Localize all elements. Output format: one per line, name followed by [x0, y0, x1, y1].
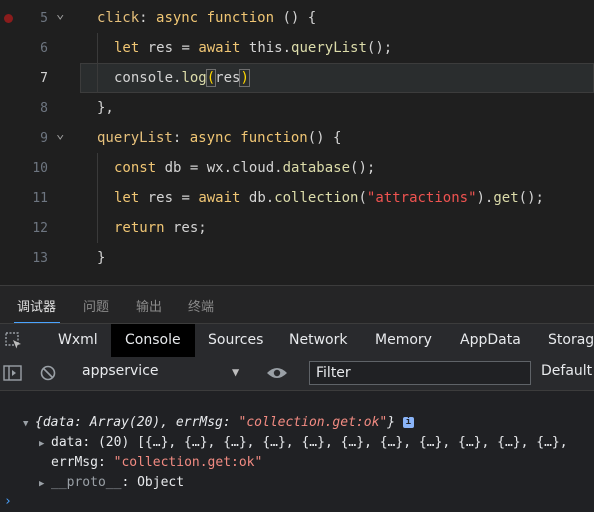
code-text: console.log(res) [114, 69, 250, 87]
panel-tab-sources[interactable]: Sources [194, 324, 277, 357]
expand-triangle-icon[interactable]: ▼ [23, 419, 28, 429]
line-number: 9 [40, 131, 48, 146]
code-text: let res = await db.collection("attractio… [114, 190, 544, 206]
line-gutter: 12 [0, 213, 62, 243]
code-line[interactable]: 6 let res = await this.queryList(); [0, 33, 594, 63]
tab-terminal[interactable]: 终端 [188, 296, 214, 315]
panel-tab-wxml[interactable]: Wxml [44, 324, 112, 357]
code-text: } [97, 250, 106, 266]
chevron-down-icon[interactable]: ▼ [232, 365, 239, 379]
panel-tab-storage[interactable]: Storage [534, 324, 594, 357]
code-line[interactable]: 9 ⌄ queryList: async function() { [0, 123, 594, 153]
code-line[interactable]: 8 }, [0, 93, 594, 123]
code-editor[interactable]: 5 ⌄ click: async function () { 6 let res… [0, 0, 594, 285]
code-line[interactable]: 12 return res; [0, 213, 594, 243]
eye-icon[interactable] [266, 365, 288, 385]
line-number: 6 [40, 41, 48, 56]
breakpoint-marker[interactable] [4, 14, 13, 23]
log-levels-dropdown[interactable]: Default [541, 363, 592, 379]
log-object-summary[interactable]: {data: Array(20), errMsg: "collection.ge… [35, 415, 414, 430]
console-toolbar: appservice ▼ Default [0, 357, 594, 391]
code-line-current[interactable]: 7 console.log(res) [0, 63, 594, 93]
code-line[interactable]: 10 const db = wx.cloud.database(); [0, 153, 594, 183]
fold-chevron-icon[interactable]: ⌄ [56, 6, 64, 22]
expand-triangle-icon[interactable]: ▶ [39, 479, 44, 489]
line-number: 7 [40, 71, 48, 86]
line-gutter: 7 [0, 63, 62, 93]
code-line[interactable]: 11 let res = await db.collection("attrac… [0, 183, 594, 213]
code-text: return res; [114, 220, 207, 236]
filter-input[interactable] [310, 362, 530, 384]
devtools-tab-bar: 调试器 问题 输出 终端 [0, 285, 594, 324]
code-text: click: async function () { [97, 10, 317, 26]
panel-tab-appdata[interactable]: AppData [446, 324, 535, 357]
fold-chevron-icon[interactable]: ⌄ [56, 126, 64, 142]
context-selector[interactable]: appservice [82, 363, 159, 379]
line-number: 8 [40, 101, 48, 116]
line-gutter: 11 [0, 183, 62, 213]
code-text: let res = await this.queryList(); [114, 40, 393, 56]
code-line[interactable]: 5 ⌄ click: async function () { [0, 3, 594, 33]
errmsg-property: errMsg: "collection.get:ok" [51, 455, 263, 470]
expand-triangle-icon[interactable]: ▶ [39, 439, 44, 449]
data-property[interactable]: data: (20) [{…}, {…}, {…}, {…}, {…}, {…}… [51, 435, 568, 450]
code-text: }, [97, 100, 114, 116]
line-number: 13 [32, 251, 48, 266]
line-gutter: 5 ⌄ [0, 3, 64, 33]
line-number: 12 [32, 221, 48, 236]
panel-tab-bar: Wxml Console Sources Network Memory AppD… [0, 323, 594, 358]
line-gutter: 9 ⌄ [0, 123, 64, 153]
code-line[interactable]: 13 } [0, 243, 594, 273]
sidebar-toggle-icon[interactable] [3, 364, 23, 386]
clear-console-icon[interactable] [39, 364, 57, 386]
line-gutter: 13 [0, 243, 62, 273]
console-output[interactable]: ▼ {data: Array(20), errMsg: "collection.… [0, 391, 594, 512]
line-number: 5 [40, 11, 48, 26]
filter-field[interactable] [309, 361, 531, 385]
line-gutter: 10 [0, 153, 62, 183]
panel-tab-memory[interactable]: Memory [361, 324, 446, 357]
console-prompt-icon[interactable]: › [4, 494, 12, 509]
line-gutter: 8 [0, 93, 62, 123]
tab-debugger[interactable]: 调试器 [17, 296, 56, 315]
line-number: 11 [32, 191, 48, 206]
panel-tab-network[interactable]: Network [275, 324, 361, 357]
line-gutter: 6 [0, 33, 62, 63]
code-text: const db = wx.cloud.database(); [114, 160, 376, 176]
proto-property[interactable]: __proto__: Object [51, 475, 184, 490]
line-number: 10 [32, 161, 48, 176]
panel-tab-console[interactable]: Console [111, 324, 195, 357]
tab-problems[interactable]: 问题 [83, 296, 109, 315]
tab-output[interactable]: 输出 [136, 296, 162, 315]
code-text: queryList: async function() { [97, 130, 342, 146]
inspect-element-icon[interactable] [4, 331, 24, 355]
info-icon[interactable]: i [402, 417, 414, 428]
